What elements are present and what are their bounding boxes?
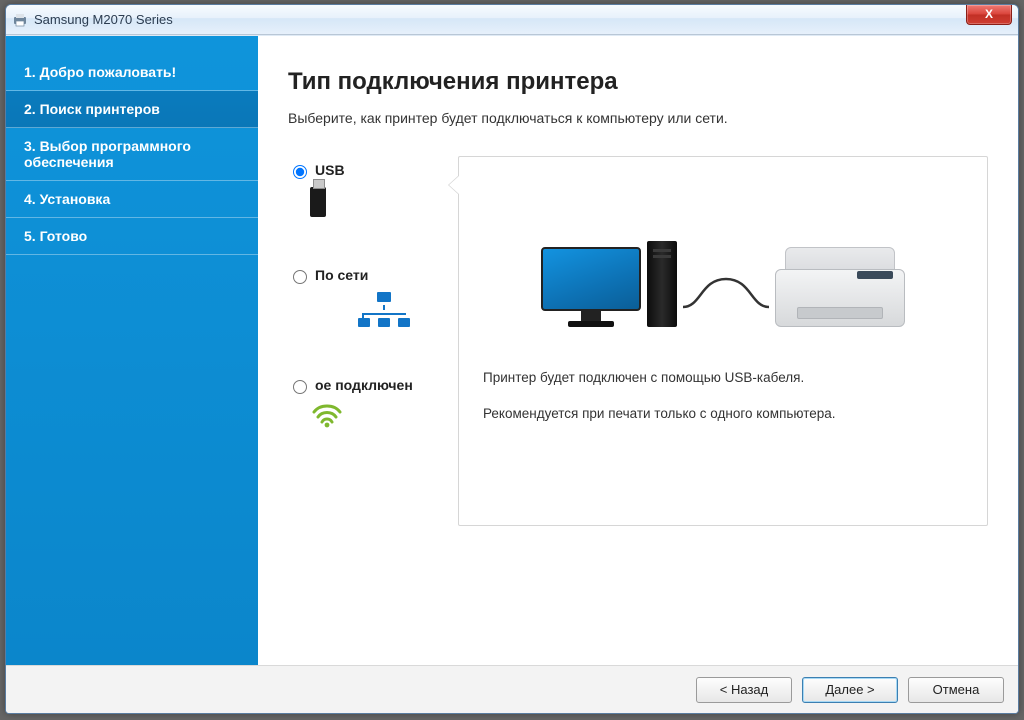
printer-icon bbox=[775, 247, 905, 327]
window-title: Samsung M2070 Series bbox=[34, 12, 173, 27]
back-button[interactable]: < Назад bbox=[696, 677, 792, 703]
speech-notch bbox=[448, 175, 459, 195]
wifi-icon bbox=[310, 402, 458, 428]
titlebar: Samsung M2070 Series X bbox=[6, 5, 1018, 35]
sidebar-step-done[interactable]: 5. Готово bbox=[6, 218, 258, 255]
sidebar-step-software[interactable]: 3. Выбор программного обеспечения bbox=[6, 128, 258, 181]
option-usb[interactable]: USB bbox=[288, 162, 458, 217]
page-subtitle: Выберите, как принтер будет подключаться… bbox=[288, 110, 988, 126]
option-wireless[interactable]: ое подключен bbox=[288, 377, 458, 428]
radio-network[interactable] bbox=[293, 270, 307, 284]
preview-line2: Рекомендуется при печати только с одного… bbox=[483, 403, 963, 425]
installer-window: Samsung M2070 Series X 1. Добро пожалова… bbox=[5, 4, 1019, 714]
cancel-button[interactable]: Отмена bbox=[908, 677, 1004, 703]
page-heading: Тип подключения принтера bbox=[288, 68, 988, 96]
network-icon bbox=[310, 292, 458, 327]
option-wireless-label: ое подключен bbox=[315, 377, 413, 393]
preview-line1: Принтер будет подключен с помощью USB-ка… bbox=[483, 367, 963, 389]
preview-description: Принтер будет подключен с помощью USB-ка… bbox=[483, 367, 963, 424]
preview-panel: Принтер будет подключен с помощью USB-ка… bbox=[458, 156, 988, 526]
radio-usb[interactable] bbox=[293, 165, 307, 179]
option-usb-label: USB bbox=[315, 162, 345, 178]
sidebar-step-install[interactable]: 4. Установка bbox=[6, 181, 258, 218]
sidebar-step-welcome[interactable]: 1. Добро пожаловать! bbox=[6, 54, 258, 91]
monitor-icon bbox=[541, 247, 641, 327]
connection-illustration bbox=[483, 197, 963, 327]
pc-tower-icon bbox=[647, 241, 677, 327]
option-network[interactable]: По сети bbox=[288, 267, 458, 327]
main-panel: Тип подключения принтера Выберите, как п… bbox=[258, 36, 1018, 665]
content-row: USB По сети bbox=[288, 156, 988, 526]
footer: < Назад Далее > Отмена bbox=[6, 665, 1018, 713]
printer-app-icon bbox=[12, 12, 28, 28]
sidebar-step-search[interactable]: 2. Поиск принтеров bbox=[6, 91, 258, 128]
close-button[interactable]: X bbox=[966, 5, 1012, 25]
client-area: 1. Добро пожаловать! 2. Поиск принтеров … bbox=[6, 35, 1018, 665]
connection-options: USB По сети bbox=[288, 156, 458, 428]
sidebar: 1. Добро пожаловать! 2. Поиск принтеров … bbox=[6, 36, 258, 665]
usb-icon bbox=[310, 187, 458, 217]
usb-cable-icon bbox=[681, 267, 771, 317]
radio-wireless[interactable] bbox=[293, 380, 307, 394]
next-button[interactable]: Далее > bbox=[802, 677, 898, 703]
option-network-label: По сети bbox=[315, 267, 368, 283]
